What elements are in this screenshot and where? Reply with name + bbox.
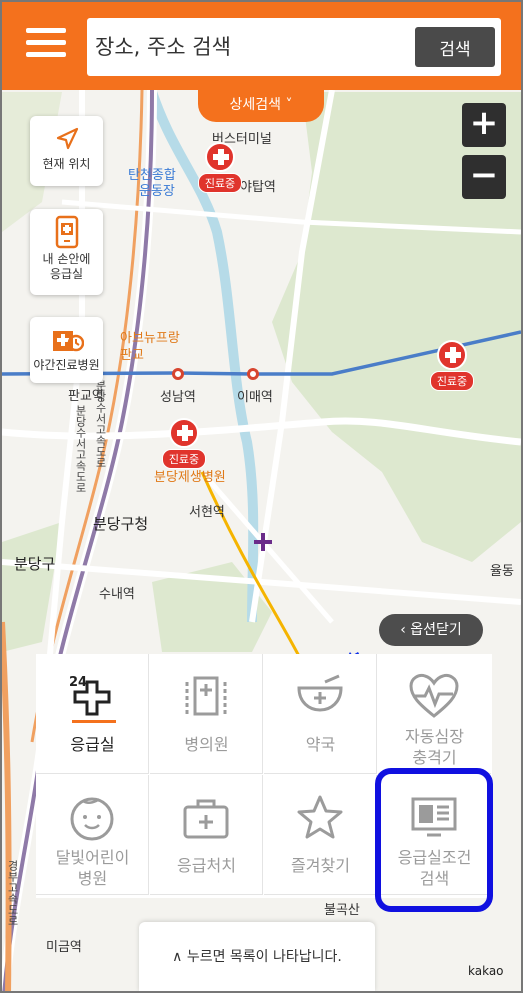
menu-item-label-line2: 검색 [419, 869, 450, 888]
station-marker [247, 368, 259, 380]
side-button-label: 현재 위치 [42, 157, 91, 171]
option-close-button[interactable]: ‹ 옵션닫기 [379, 614, 483, 646]
monitor-search-icon [411, 797, 457, 837]
menu-item-label-line1: 자동심장 [405, 727, 464, 746]
category-menu-grid: 24 응급실 병의원 약국 자동심장 충격기 달빛어린이 병원 응급처치 즐겨찾… [36, 654, 492, 898]
hospital-marker[interactable]: 진료중 [194, 142, 246, 193]
map-label: 미금역 [46, 940, 82, 955]
map-label: 수내역 [99, 587, 135, 602]
chevron-left-icon: ‹ [400, 622, 411, 638]
side-button-label: 야간진료병원 [33, 358, 100, 372]
active-indicator [72, 720, 116, 723]
star-icon [297, 795, 343, 839]
hospital-cross-icon [169, 418, 199, 448]
hospital-building-icon [185, 676, 227, 716]
side-button-label-line1: 내 손안에 [42, 252, 91, 266]
menu-item-label-line2: 병원 [77, 869, 108, 888]
app-frame: 버스터미널 탄천종합 운동장 야탑역 아브뉴프랑 판교 판교역 성남역 이매역 … [0, 0, 523, 993]
map-label: 이매역 [237, 390, 273, 405]
defibrillator-heart-icon [409, 674, 459, 718]
map-label: 불곡산 [324, 903, 360, 918]
menu-item-hospital[interactable]: 병의원 [150, 654, 263, 774]
open-status-badge: 진료중 [429, 371, 475, 391]
zoom-out-button[interactable]: − [462, 155, 506, 199]
map-label: 서현역 [189, 505, 225, 520]
menu-item-label: 응급실 [70, 735, 115, 754]
menu-item-label-line1: 달빛어린이 [55, 848, 130, 867]
emergency-24-cross-icon: 24 [69, 675, 111, 716]
pharmacy-bowl-icon [297, 674, 343, 712]
menu-item-label: 즐겨찾기 [291, 856, 350, 875]
detail-search-tab[interactable]: 상세검색 ˅ [198, 88, 324, 122]
menu-item-er-condition-search[interactable]: 응급실조건 검색 [378, 775, 491, 895]
menu-item-label: 응급처치 [177, 856, 236, 875]
phone-emergency-icon [55, 215, 78, 249]
menu-item-label-line2: 충격기 [412, 748, 457, 767]
menu-item-favorites[interactable]: 즐겨찾기 [264, 775, 377, 895]
station-marker [172, 368, 184, 380]
location-arrow-icon [56, 127, 78, 150]
hospital-cross-icon [437, 340, 467, 370]
night-hospital-button[interactable]: 야간진료병원 [30, 317, 103, 383]
child-face-icon [70, 797, 114, 841]
map-label: 성남역 [160, 390, 196, 405]
night-hospital-icon [52, 331, 84, 352]
menu-item-label-line1: 응급실조건 [397, 848, 472, 867]
menu-item-moonlight-children-hospital[interactable]: 달빛어린이 병원 [36, 775, 149, 895]
menu-item-pharmacy[interactable]: 약국 [264, 654, 377, 774]
emergency-in-hand-button[interactable]: 내 손안에 응급실 [30, 209, 103, 295]
side-button-label-line2: 응급실 [49, 267, 84, 281]
map-label: 경부고속도로 [6, 860, 19, 926]
map-label: 분당수서고속도로 [94, 380, 107, 468]
svg-text:24: 24 [69, 675, 87, 690]
kakao-logo: kakao [468, 964, 504, 978]
hospital-cross-icon [205, 142, 235, 172]
current-location-button[interactable]: 현재 위치 [30, 116, 103, 186]
first-aid-kit-icon [183, 799, 229, 839]
search-input[interactable] [87, 18, 407, 76]
option-close-label: 옵션닫기 [410, 622, 462, 638]
map-label: 판교 [120, 348, 144, 363]
zoom-in-button[interactable]: + [462, 103, 506, 147]
search-box: 검색 [87, 18, 501, 76]
map-label: 분당구 [14, 555, 56, 573]
menu-item-emergency-room[interactable]: 24 응급실 [36, 654, 149, 774]
map-label: 분당구청 [93, 515, 149, 533]
menu-item-first-aid[interactable]: 응급처치 [150, 775, 263, 895]
search-button[interactable]: 검색 [415, 27, 495, 67]
hospital-marker[interactable]: 진료중 [426, 340, 478, 391]
menu-item-aed[interactable]: 자동심장 충격기 [378, 654, 491, 774]
map-label: 율동 [490, 564, 514, 579]
hospital-marker[interactable]: 진료중 [158, 418, 210, 469]
open-status-badge: 진료중 [161, 449, 207, 469]
top-header: 검색 [2, 2, 521, 90]
hamburger-menu-icon[interactable] [26, 28, 68, 58]
map-label: 분당수서고속도로 [74, 405, 87, 493]
show-list-bar[interactable]: ∧ 누르면 목록이 나타납니다. [139, 922, 375, 991]
menu-item-label: 병의원 [184, 735, 229, 754]
open-status-badge: 진료중 [197, 173, 243, 193]
menu-item-label: 약국 [305, 735, 336, 754]
map-label: 운동장 [139, 184, 175, 199]
